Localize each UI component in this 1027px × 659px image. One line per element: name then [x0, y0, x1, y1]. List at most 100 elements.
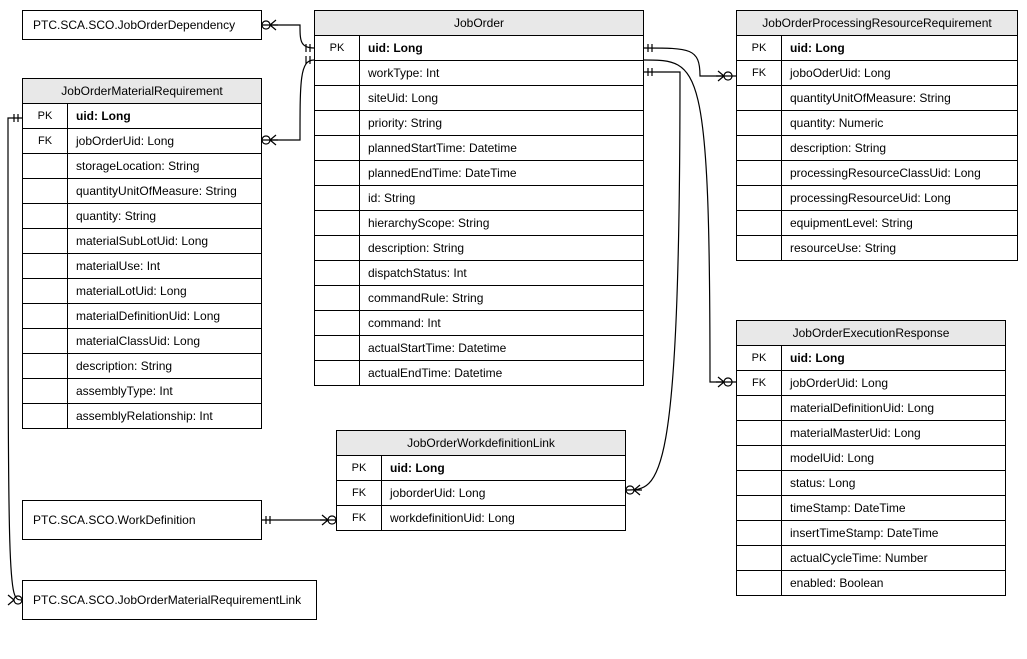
- entity-title: JobOrderMaterialRequirement: [23, 79, 261, 104]
- key-cell: [23, 279, 68, 304]
- table-row: plannedStartTime: Datetime: [315, 136, 643, 161]
- table-row: workType: Int: [315, 61, 643, 86]
- field-cell: priority: String: [360, 111, 644, 136]
- key-cell: [315, 286, 360, 311]
- key-cell: PK: [737, 346, 782, 371]
- entity-title: JobOrderExecutionResponse: [737, 321, 1005, 346]
- key-cell: [23, 179, 68, 204]
- table-row: PKuid: Long: [315, 36, 643, 61]
- field-cell: uid: Long: [782, 36, 1018, 61]
- table-row: materialSubLotUid: Long: [23, 229, 261, 254]
- field-cell: commandRule: String: [360, 286, 644, 311]
- key-cell: [23, 304, 68, 329]
- table-row: equipmentLevel: String: [737, 211, 1017, 236]
- key-cell: [737, 236, 782, 261]
- table-row: materialMasterUid: Long: [737, 421, 1005, 446]
- table-row: FKjobOrderUid: Long: [737, 371, 1005, 396]
- key-cell: [737, 86, 782, 111]
- field-cell: quantity: String: [68, 204, 262, 229]
- field-cell: materialMasterUid: Long: [782, 421, 1006, 446]
- table-row: materialDefinitionUid: Long: [23, 304, 261, 329]
- entity-rows: PKuid: LongFKjobOrderUid: LongstorageLoc…: [23, 104, 261, 428]
- field-cell: storageLocation: String: [68, 154, 262, 179]
- field-cell: actualCycleTime: Number: [782, 546, 1006, 571]
- field-cell: resourceUse: String: [782, 236, 1018, 261]
- field-cell: quantityUnitOfMeasure: String: [68, 179, 262, 204]
- table-row: PKuid: Long: [737, 36, 1017, 61]
- entity-joborder-workdef-link: JobOrderWorkdefinitionLink PKuid: Long FK…: [336, 430, 626, 531]
- table-row: hierarchyScope: String: [315, 211, 643, 236]
- field-cell: materialDefinitionUid: Long: [68, 304, 262, 329]
- field-cell: actualStartTime: Datetime: [360, 336, 644, 361]
- key-cell: [23, 379, 68, 404]
- table-row: storageLocation: String: [23, 154, 261, 179]
- table-row: description: String: [315, 236, 643, 261]
- table-row: quantity: Numeric: [737, 111, 1017, 136]
- key-cell: [737, 111, 782, 136]
- key-cell: FK: [337, 506, 382, 531]
- key-cell: [315, 161, 360, 186]
- table-row: resourceUse: String: [737, 236, 1017, 261]
- field-cell: insertTimeStamp: DateTime: [782, 521, 1006, 546]
- field-cell: status: Long: [782, 471, 1006, 496]
- field-cell: materialSubLotUid: Long: [68, 229, 262, 254]
- key-cell: FK: [23, 129, 68, 154]
- box-label: PTC.SCA.SCO.WorkDefinition: [33, 513, 196, 527]
- table-row: processingResourceClassUid: Long: [737, 161, 1017, 186]
- field-cell: plannedStartTime: Datetime: [360, 136, 644, 161]
- table-row: enabled: Boolean: [737, 571, 1005, 596]
- table-row: materialUse: Int: [23, 254, 261, 279]
- key-cell: PK: [23, 104, 68, 129]
- box-workdefinition: PTC.SCA.SCO.WorkDefinition: [22, 500, 262, 540]
- table-row: modelUid: Long: [737, 446, 1005, 471]
- key-cell: [737, 396, 782, 421]
- table-row: processingResourceUid: Long: [737, 186, 1017, 211]
- table-row: siteUid: Long: [315, 86, 643, 111]
- box-joborderdependency: PTC.SCA.SCO.JobOrderDependency: [22, 10, 262, 40]
- table-row: actualStartTime: Datetime: [315, 336, 643, 361]
- box-label: PTC.SCA.SCO.JobOrderMaterialRequirementL…: [33, 593, 301, 607]
- field-cell: quantity: Numeric: [782, 111, 1018, 136]
- key-cell: [737, 186, 782, 211]
- field-cell: uid: Long: [68, 104, 262, 129]
- field-cell: hierarchyScope: String: [360, 211, 644, 236]
- field-cell: equipmentLevel: String: [782, 211, 1018, 236]
- key-cell: [23, 254, 68, 279]
- key-cell: [737, 136, 782, 161]
- field-cell: timeStamp: DateTime: [782, 496, 1006, 521]
- key-cell: [315, 111, 360, 136]
- field-cell: modelUid: Long: [782, 446, 1006, 471]
- table-row: actualEndTime: Datetime: [315, 361, 643, 386]
- field-cell: uid: Long: [360, 36, 644, 61]
- table-row: PKuid: Long: [337, 456, 625, 481]
- key-cell: [737, 496, 782, 521]
- key-cell: FK: [737, 371, 782, 396]
- table-row: status: Long: [737, 471, 1005, 496]
- key-cell: [737, 421, 782, 446]
- field-cell: materialLotUid: Long: [68, 279, 262, 304]
- field-cell: uid: Long: [382, 456, 626, 481]
- table-row: description: String: [737, 136, 1017, 161]
- table-row: PKuid: Long: [737, 346, 1005, 371]
- entity-joborder-material-requirement: JobOrderMaterialRequirement PKuid: LongF…: [22, 78, 262, 429]
- field-cell: id: String: [360, 186, 644, 211]
- table-row: quantityUnitOfMeasure: String: [23, 179, 261, 204]
- key-cell: [23, 354, 68, 379]
- table-row: quantityUnitOfMeasure: String: [737, 86, 1017, 111]
- entity-title: JobOrderWorkdefinitionLink: [337, 431, 625, 456]
- field-cell: joboOderUid: Long: [782, 61, 1018, 86]
- table-row: insertTimeStamp: DateTime: [737, 521, 1005, 546]
- key-cell: [315, 136, 360, 161]
- entity-title: JobOrderProcessingResourceRequirement: [737, 11, 1017, 36]
- field-cell: workdefinitionUid: Long: [382, 506, 626, 531]
- table-row: command: Int: [315, 311, 643, 336]
- entity-rows: PKuid: LongFKjobOrderUid: LongmaterialDe…: [737, 346, 1005, 595]
- field-cell: uid: Long: [782, 346, 1006, 371]
- entity-rows: PKuid: LongFKjoboOderUid: LongquantityUn…: [737, 36, 1017, 260]
- key-cell: [315, 261, 360, 286]
- entity-joborder: JobOrder PKuid: LongworkType: IntsiteUid…: [314, 10, 644, 386]
- entity-joborder-proc-res-req: JobOrderProcessingResourceRequirement PK…: [736, 10, 1018, 261]
- key-cell: [315, 211, 360, 236]
- key-cell: [315, 236, 360, 261]
- table-row: priority: String: [315, 111, 643, 136]
